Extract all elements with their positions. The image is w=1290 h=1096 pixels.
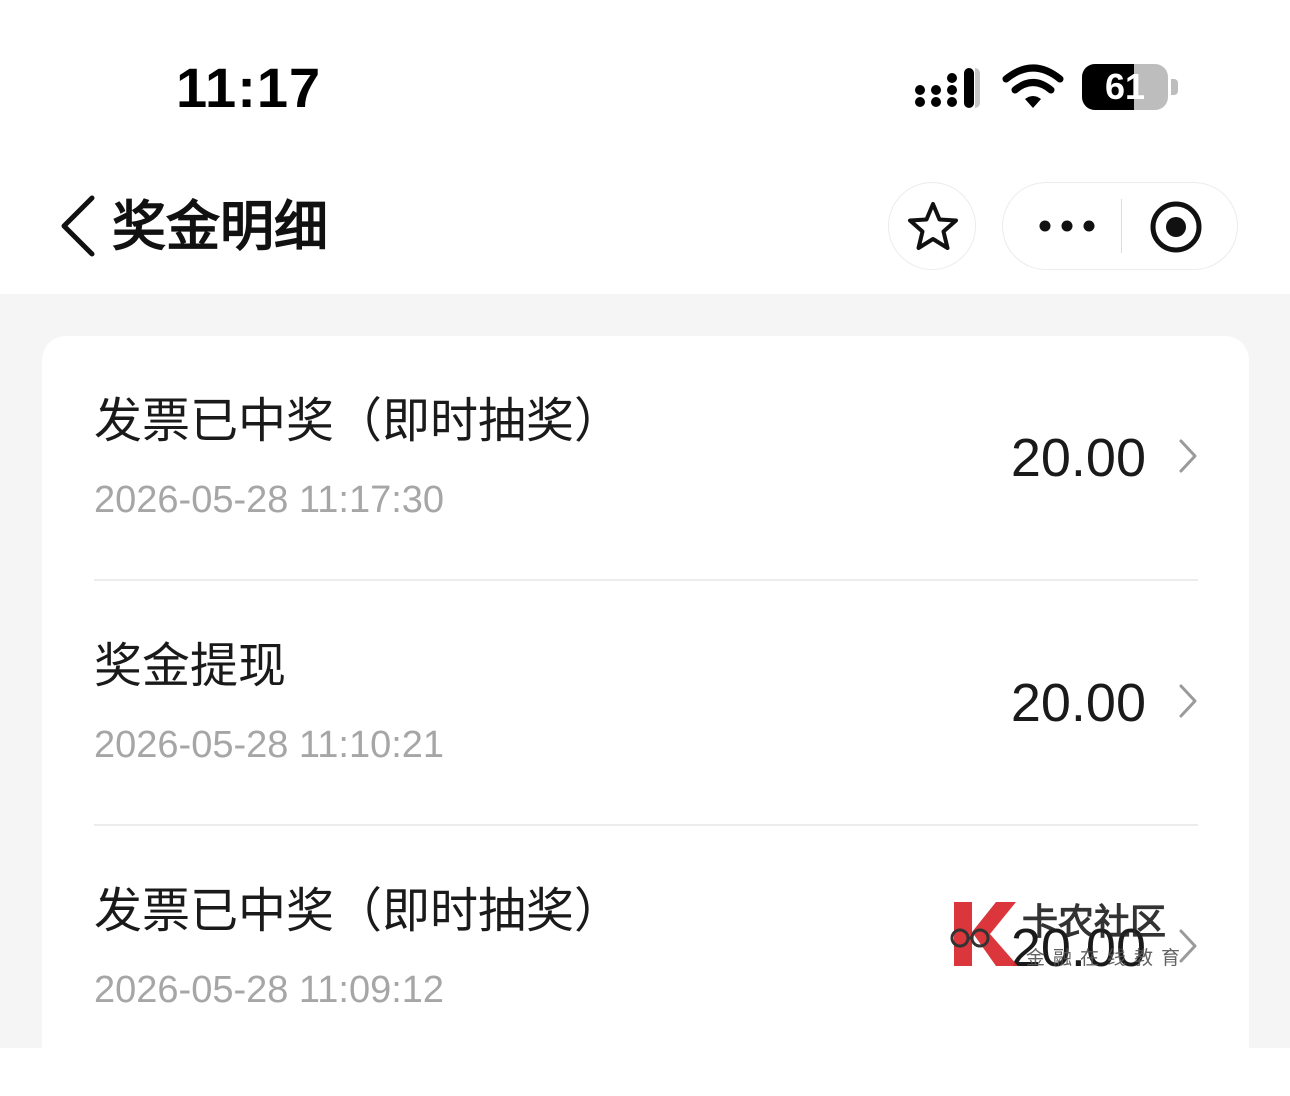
close-mini-program-button[interactable] <box>1122 183 1237 269</box>
battery-body: 61 <box>1082 64 1168 110</box>
chevron-right-icon <box>1179 439 1197 473</box>
record-time: 2026-05-28 11:10:21 <box>94 724 445 766</box>
record-time: 2026-05-28 11:09:12 <box>94 969 445 1011</box>
battery-tip <box>1171 79 1178 95</box>
more-dots-icon <box>1039 220 1095 232</box>
records-card: 发票已中奖（即时抽奖） 2026-05-28 11:17:30 20.00 奖金… <box>42 336 1249 1096</box>
wifi-icon <box>1002 64 1064 108</box>
favorite-button[interactable] <box>888 182 976 270</box>
status-bar: 11:17 61 <box>0 0 1290 150</box>
watermark-logo: 卡农社区 金融在线教育 <box>950 902 1188 969</box>
watermark-text: 卡农社区 <box>1022 902 1166 943</box>
more-button[interactable] <box>1003 183 1121 269</box>
battery-level: 61 <box>1104 66 1146 107</box>
status-time: 11:17 <box>176 56 322 119</box>
record-amount: 20.00 <box>1010 673 1146 733</box>
record-title: 发票已中奖（即时抽奖） <box>94 393 623 449</box>
battery-indicator: 61 <box>1082 64 1180 110</box>
page-title: 奖金明细 <box>112 195 328 258</box>
star-outline-icon <box>908 202 958 250</box>
record-title: 发票已中奖（即时抽奖） <box>94 883 623 939</box>
chevron-right-icon <box>1179 684 1197 718</box>
record-time: 2026-05-28 11:17:30 <box>94 479 445 521</box>
chevron-left-icon[interactable] <box>56 194 102 258</box>
watermark-k-mark <box>950 902 1018 966</box>
record-amount: 20.00 <box>1010 428 1146 488</box>
mini-program-capsule <box>1002 182 1238 270</box>
record-title: 奖金提现 <box>94 638 287 694</box>
target-circle-icon <box>1150 201 1202 253</box>
record-item[interactable]: 奖金提现 2026-05-28 11:10:21 20.00 <box>94 581 1198 826</box>
cellular-signal-icon <box>915 68 984 108</box>
record-item[interactable]: 发票已中奖（即时抽奖） 2026-05-28 11:17:30 20.00 <box>94 336 1198 581</box>
nav-bar: 奖金明细 <box>0 150 1290 294</box>
watermark-subtext: 金融在线教育 <box>1026 947 1188 969</box>
